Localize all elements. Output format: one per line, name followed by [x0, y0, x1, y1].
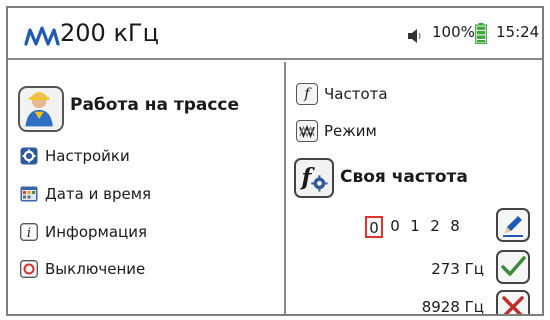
worker-icon[interactable]	[18, 86, 64, 132]
menu-item-label: Дата и время	[45, 185, 152, 203]
menu-item-info[interactable]: i Информация	[20, 220, 147, 244]
item-mode[interactable]: Режим	[296, 119, 377, 143]
edit-pencil-icon	[503, 216, 523, 237]
gear-icon	[20, 147, 38, 165]
frequency-title: 200 кГц	[60, 19, 159, 47]
confirm-button[interactable]	[496, 250, 530, 284]
menu-item-label: Настройки	[45, 147, 130, 165]
menu-title: Работа на трассе	[70, 95, 240, 115]
calendar-icon	[20, 186, 38, 202]
menu-item-settings[interactable]: Настройки	[20, 144, 130, 168]
speaker-icon[interactable]	[406, 27, 424, 45]
mode-icon	[296, 120, 318, 142]
digit-selected[interactable]: 0	[365, 216, 383, 238]
own-frequency-icon[interactable]: f	[294, 158, 334, 198]
item-frequency[interactable]: f Частота	[296, 82, 388, 106]
menu-item-datetime[interactable]: Дата и время	[20, 182, 151, 206]
left-menu: Работа на трассе Настройки Дата и время …	[8, 62, 284, 314]
value-hz: 273 Гц	[431, 260, 484, 278]
value-result: 8928 Гц	[421, 298, 484, 316]
signal-wave-icon	[24, 26, 60, 46]
digit[interactable]: 8	[445, 216, 465, 238]
info-icon: i	[20, 223, 38, 241]
device-screen: 200 кГц 100% 15:24 Работа на трассе Наст…	[6, 6, 544, 316]
svg-text:i: i	[27, 226, 31, 241]
power-icon	[20, 260, 38, 278]
digit[interactable]: 0	[385, 216, 405, 238]
menu-item-label: Выключение	[45, 260, 146, 278]
own-frequency-title: Своя частота	[340, 167, 468, 187]
item-label: Частота	[324, 85, 388, 103]
cancel-button[interactable]	[496, 290, 530, 314]
edit-button[interactable]	[496, 208, 530, 242]
menu-item-power[interactable]: Выключение	[20, 257, 145, 281]
frequency-icon: f	[296, 83, 318, 105]
cross-icon	[502, 296, 524, 314]
battery-icon	[475, 23, 487, 44]
item-label: Режим	[324, 122, 377, 140]
svg-text:f: f	[299, 163, 315, 191]
status-bar: 200 кГц 100% 15:24	[8, 8, 542, 60]
check-icon	[501, 256, 526, 276]
battery-percent: 100%	[432, 23, 475, 41]
digit[interactable]: 1	[405, 216, 425, 238]
clock: 15:24	[496, 23, 540, 41]
right-panel: f Частота Режим f Своя частота 0 0 1 2 8…	[286, 62, 542, 316]
frequency-digit-editor[interactable]: 0 0 1 2 8	[365, 216, 465, 238]
menu-item-label: Информация	[45, 223, 148, 241]
digit[interactable]: 2	[425, 216, 445, 238]
